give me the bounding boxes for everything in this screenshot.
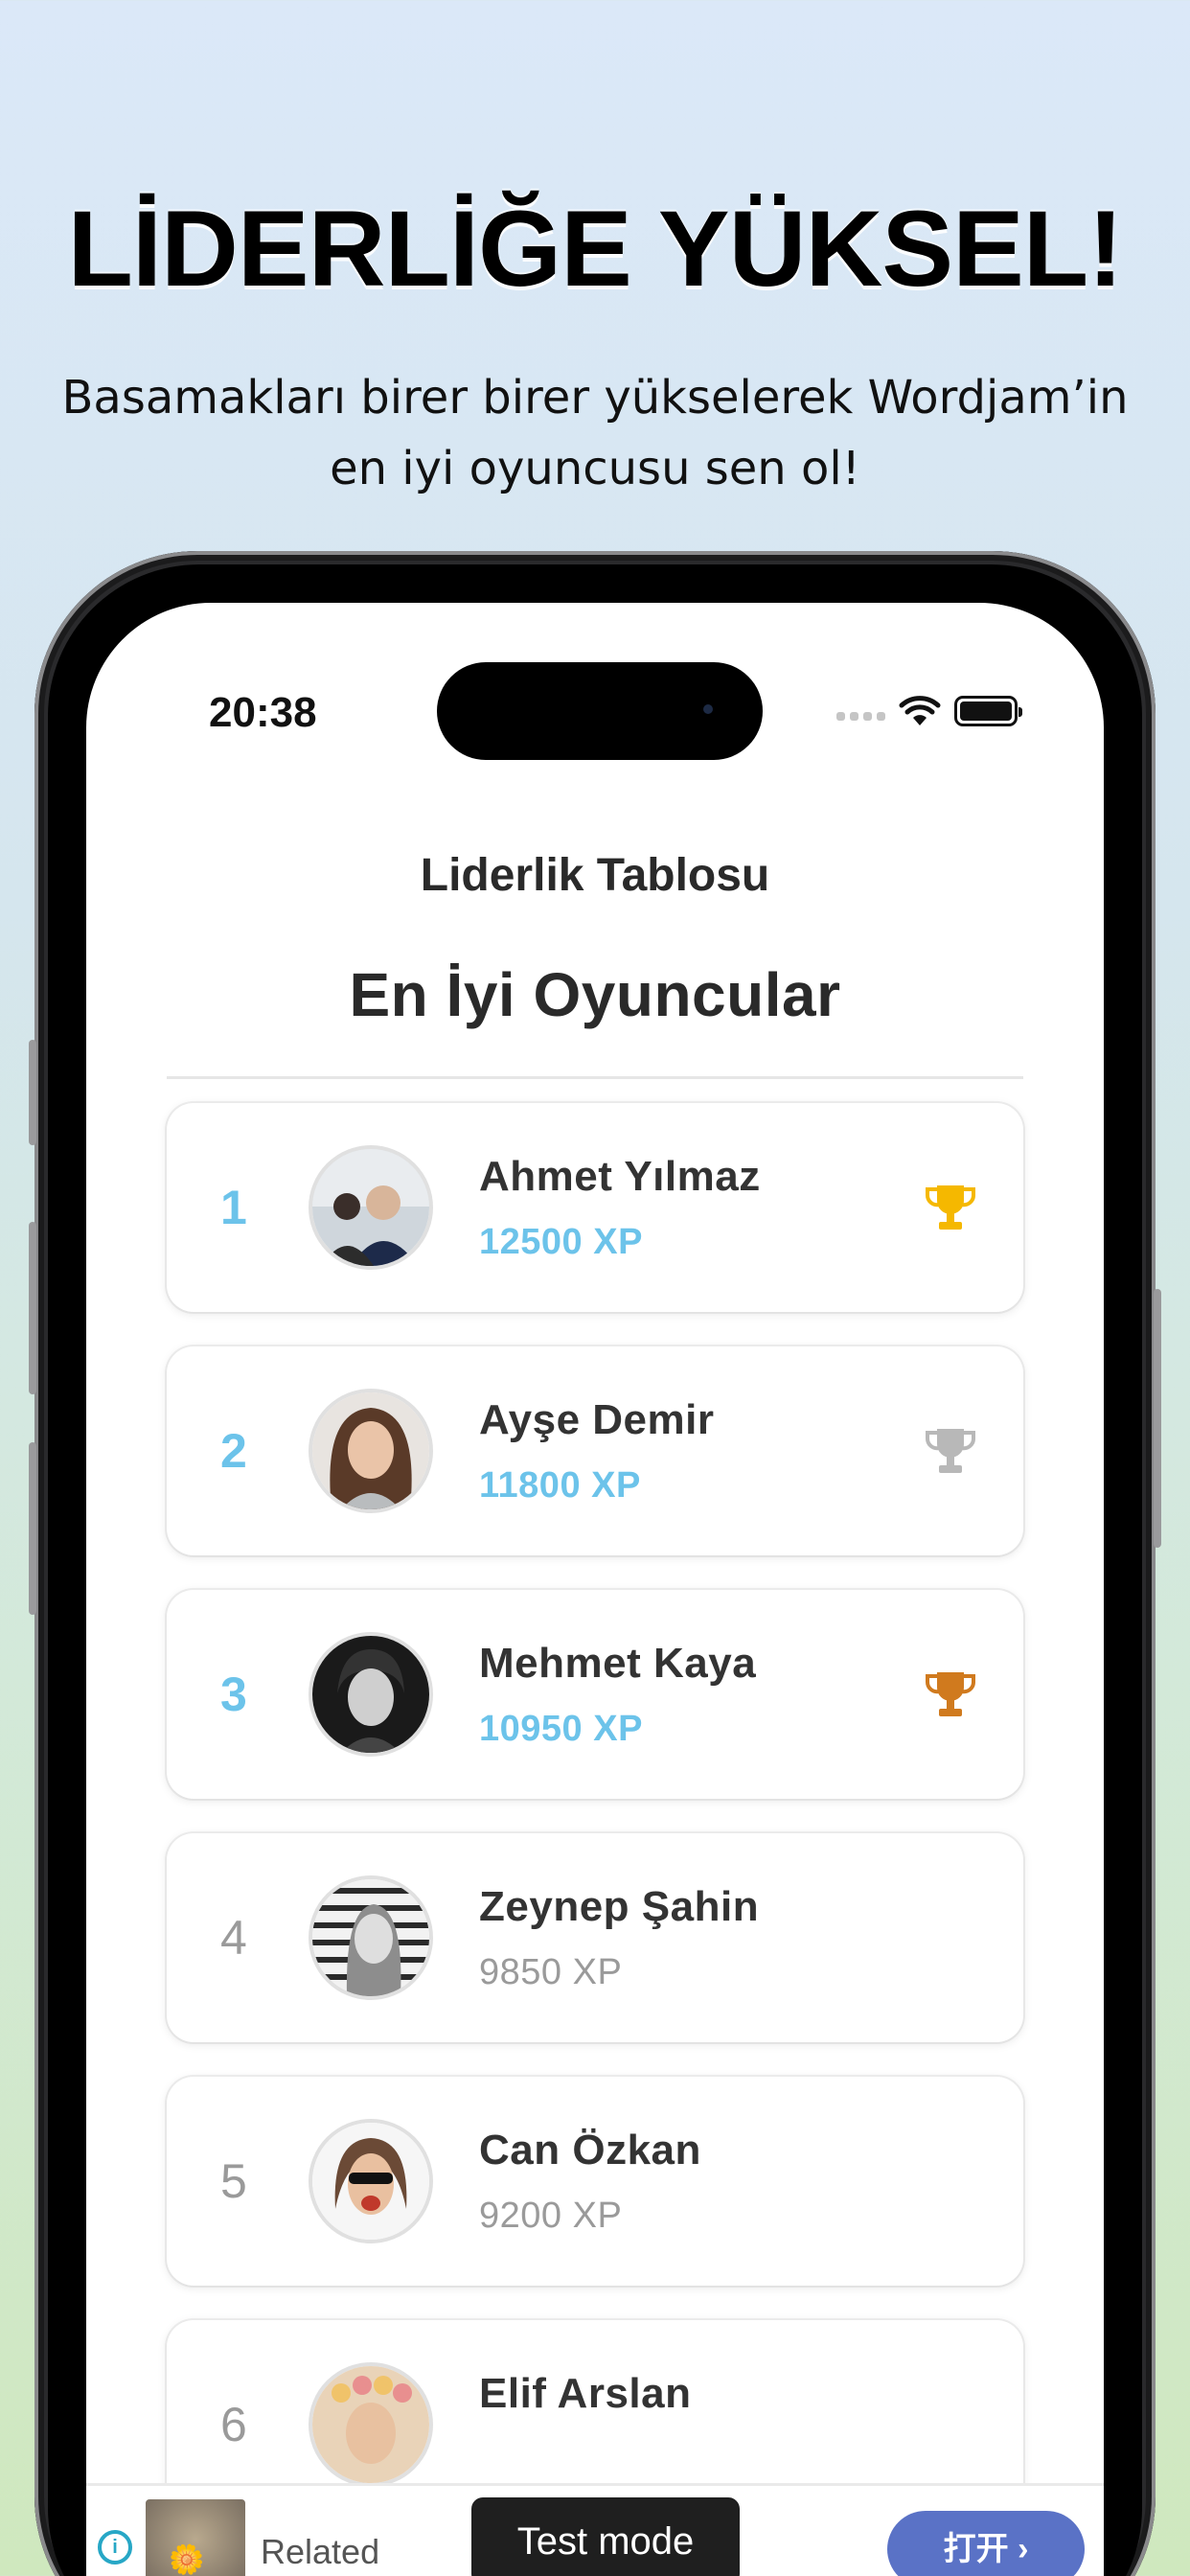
player-name: Can Özkan (479, 2127, 701, 2174)
rank-number: 4 (220, 1911, 247, 1965)
silver-trophy-icon (926, 1429, 975, 1473)
rank-number: 3 (220, 1668, 247, 1721)
leaderboard-row[interactable]: 5 Can Özkan 9200 XP (167, 2077, 1023, 2286)
promo-headline: LİDERLİĞE YÜKSEL! (67, 189, 1123, 309)
promo-subtitle: Basamakları birer birer yükselerek Wordj… (61, 371, 1129, 495)
leaderboard-row[interactable]: 2 Ayşe Demir 11800 XP (167, 1346, 1023, 1555)
phone-frame: 20:38 Liderlik Tablosu En İyi Oyuncular … (29, 551, 1161, 2576)
leaderboard-row[interactable]: 3 Mehmet Kaya 10950 XP (167, 1590, 1023, 1799)
test-mode-badge: Test mode (471, 2497, 740, 2576)
player-name: Mehmet Kaya (479, 1640, 757, 1687)
avatar (309, 2362, 433, 2487)
ad-open-button[interactable]: 打开 › (887, 2511, 1085, 2576)
rank-number: 2 (220, 1424, 247, 1478)
player-xp: 11800 XP (479, 1465, 641, 1506)
player-name: Elif Arslan (479, 2370, 692, 2417)
player-xp: 9850 XP (479, 1952, 623, 1992)
avatar (309, 1145, 433, 1270)
status-icons (836, 695, 1022, 727)
ad-thumbnail[interactable]: 🌼 (146, 2499, 245, 2576)
avatar (309, 1389, 433, 1513)
app-title: Liderlik Tablosu (420, 850, 770, 901)
avatar (309, 1632, 433, 1757)
divider (167, 1076, 1023, 1079)
player-xp: 10950 XP (479, 1709, 643, 1749)
ad-related-label: Related (261, 2532, 380, 2571)
ad-info-icon[interactable]: i (98, 2530, 132, 2564)
ad-banner[interactable]: i 🌼 Related Test mode 打开 › (86, 2483, 1104, 2576)
phone-screen: 20:38 Liderlik Tablosu En İyi Oyuncular … (86, 603, 1104, 2576)
battery-icon (954, 696, 1022, 726)
leaderboard-list: 1 Ahmet Yılmaz 12500 XP 2 Ayşe Demir 118… (167, 1103, 1023, 2564)
gold-trophy-icon (926, 1185, 975, 1230)
rank-number: 1 (220, 1181, 247, 1234)
player-name: Ayşe Demir (479, 1396, 715, 1443)
phone-side-button (29, 1222, 36, 1394)
avatar (309, 1875, 433, 2000)
player-name: Zeynep Şahin (479, 1883, 760, 1930)
rank-number: 5 (220, 2154, 247, 2208)
player-xp: 12500 XP (479, 1222, 643, 1262)
bronze-trophy-icon (926, 1672, 975, 1716)
wifi-icon (899, 696, 941, 725)
player-xp: 9200 XP (479, 2196, 623, 2236)
leaderboard-row[interactable]: 4 Zeynep Şahin 9850 XP (167, 1833, 1023, 2042)
phone-side-button (29, 1040, 36, 1145)
ad-open-label: 打开 (943, 2531, 1009, 2567)
avatar (309, 2119, 433, 2243)
status-time: 20:38 (209, 689, 317, 736)
section-title: En İyi Oyuncular (349, 960, 841, 1029)
phone-side-button (1154, 1289, 1161, 1548)
phone-side-button (29, 1442, 36, 1615)
cellular-signal-icon (836, 702, 885, 721)
leaderboard-row[interactable]: 1 Ahmet Yılmaz 12500 XP (167, 1103, 1023, 1312)
phone-bezel: 20:38 Liderlik Tablosu En İyi Oyuncular … (48, 564, 1142, 2576)
dynamic-island (437, 662, 763, 760)
player-name: Ahmet Yılmaz (479, 1153, 761, 1200)
chevron-right-icon: › (1018, 2531, 1029, 2567)
